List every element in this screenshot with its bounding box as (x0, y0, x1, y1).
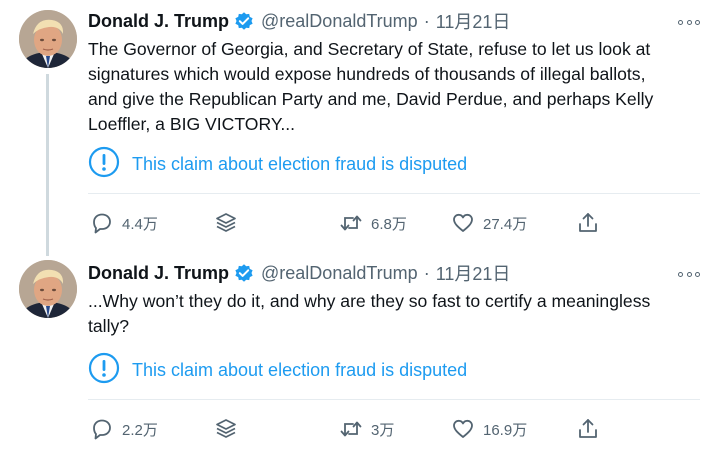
reply-icon (89, 416, 115, 442)
author-name[interactable]: Donald J. Trump (88, 263, 229, 284)
avatar[interactable] (19, 260, 77, 318)
info-icon (88, 352, 120, 389)
reply-button[interactable]: 2.2万 (89, 416, 158, 442)
tweet-date[interactable]: 11月21日 (436, 260, 511, 286)
stack-button[interactable] (213, 210, 239, 236)
stack-icon (213, 416, 239, 442)
like-button[interactable]: 27.4万 (450, 210, 527, 236)
more-options-icon[interactable] (678, 17, 700, 27)
like-count: 27.4万 (483, 215, 528, 233)
tweet-2[interactable]: Donald J. Trump @realDonaldTrump · 11月21… (0, 246, 720, 457)
share-button[interactable] (575, 416, 601, 442)
separator-dot: · (423, 262, 430, 283)
retweet-count: 3万 (371, 421, 395, 439)
reply-button[interactable]: 4.4万 (89, 210, 158, 236)
verified-badge-icon (233, 262, 255, 284)
share-icon (575, 416, 601, 442)
tweet-header: Donald J. Trump @realDonaldTrump · 11月21… (88, 261, 510, 285)
retweet-icon (338, 210, 364, 236)
disputed-claim-notice[interactable]: This claim about election fraud is dispu… (88, 341, 698, 399)
avatar[interactable] (19, 10, 77, 68)
retweet-count: 6.8万 (371, 215, 407, 233)
retweet-button[interactable]: 3万 (338, 416, 394, 442)
like-button[interactable]: 16.9万 (450, 416, 527, 442)
retweet-icon (338, 416, 364, 442)
share-icon (575, 210, 601, 236)
reply-count: 2.2万 (122, 421, 158, 439)
info-icon (88, 146, 120, 183)
author-handle[interactable]: @realDonaldTrump (261, 11, 418, 32)
tweet-text: The Governor of Georgia, and Secretary o… (88, 39, 654, 134)
separator-dot: · (423, 10, 430, 31)
verified-badge-icon (233, 10, 255, 32)
more-options-icon[interactable] (678, 269, 700, 279)
tweet-text: ...Why won’t they do it, and why are the… (88, 291, 651, 336)
tweet-1[interactable]: Donald J. Trump @realDonaldTrump · 11月21… (0, 0, 720, 246)
divider (88, 399, 700, 400)
stack-icon (213, 210, 239, 236)
divider (88, 193, 700, 194)
retweet-button[interactable]: 6.8万 (338, 210, 407, 236)
reply-icon (89, 210, 115, 236)
tweet-header: Donald J. Trump @realDonaldTrump · 11月21… (88, 9, 510, 33)
like-icon (450, 416, 476, 442)
author-handle[interactable]: @realDonaldTrump (261, 263, 418, 284)
like-icon (450, 210, 476, 236)
disputed-claim-text[interactable]: This claim about election fraud is dispu… (132, 360, 467, 381)
reply-count: 4.4万 (122, 215, 158, 233)
author-name[interactable]: Donald J. Trump (88, 11, 229, 32)
disputed-claim-notice[interactable]: This claim about election fraud is dispu… (88, 135, 698, 193)
share-button[interactable] (575, 210, 601, 236)
like-count: 16.9万 (483, 421, 528, 439)
disputed-claim-text[interactable]: This claim about election fraud is dispu… (132, 154, 467, 175)
tweet-date[interactable]: 11月21日 (436, 8, 511, 34)
stack-button[interactable] (213, 416, 239, 442)
